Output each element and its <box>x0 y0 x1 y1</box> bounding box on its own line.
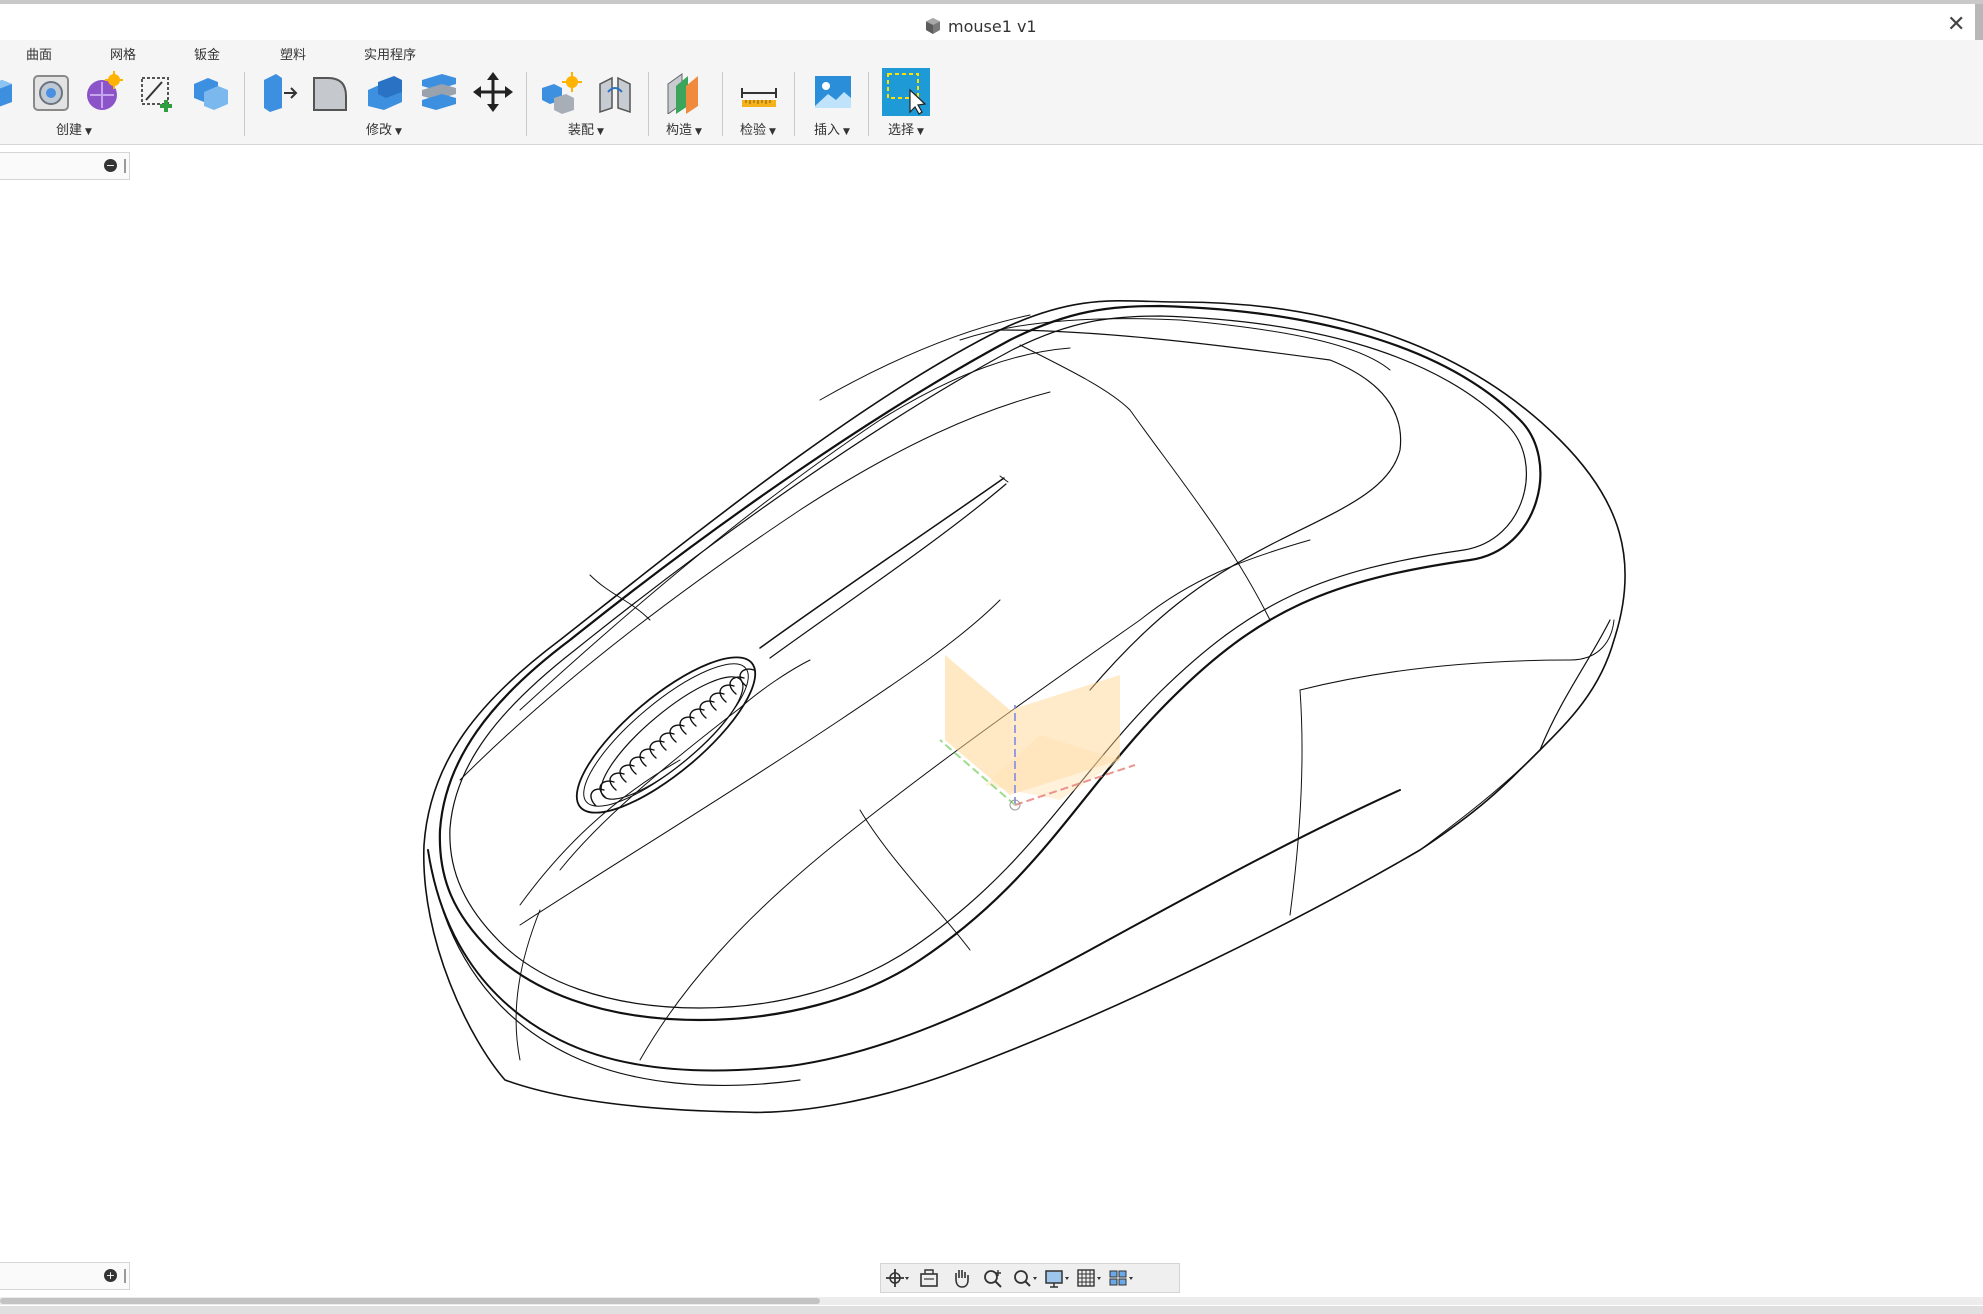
ribbon-separator <box>868 72 869 136</box>
measure-icon[interactable] <box>738 70 780 114</box>
pan-icon[interactable] <box>945 1265 977 1291</box>
cube-icon <box>926 18 940 34</box>
split-icon[interactable] <box>418 70 460 114</box>
caret-down-icon: ▼ <box>769 127 776 137</box>
ribbon-separator <box>648 72 649 136</box>
revolve-icon[interactable] <box>30 70 72 114</box>
group-create[interactable]: 创建 ▼ <box>56 119 92 138</box>
offset-plane-icon[interactable] <box>664 70 706 115</box>
title-bar: mouse1 v1 ✕ <box>0 4 1983 42</box>
group-inspect-label: 检验 <box>740 123 767 138</box>
group-inspect[interactable]: 检验 ▼ <box>740 119 776 138</box>
combine-icon[interactable] <box>190 70 232 114</box>
caret-down-icon: ▼ <box>695 127 702 137</box>
window-select-icon[interactable] <box>882 68 930 116</box>
joint-icon[interactable] <box>594 70 636 114</box>
form-icon[interactable] <box>82 70 124 114</box>
fillet-icon[interactable] <box>310 70 352 114</box>
group-select[interactable]: 选择 ▼ <box>888 119 924 138</box>
new-component-icon[interactable] <box>540 70 582 114</box>
caret-down-icon: ▼ <box>597 127 604 137</box>
group-assemble[interactable]: 装配 ▼ <box>568 119 604 138</box>
zoom-icon[interactable] <box>977 1265 1009 1291</box>
extrude-icon[interactable] <box>0 70 24 114</box>
grid-icon[interactable] <box>1073 1265 1105 1291</box>
group-create-label: 创建 <box>56 123 83 138</box>
orbit-icon[interactable] <box>881 1265 913 1291</box>
window-scrollbar[interactable] <box>1975 4 1983 42</box>
close-button[interactable]: ✕ <box>1947 12 1965 38</box>
move-icon[interactable] <box>472 70 514 114</box>
ribbon-separator <box>794 72 795 136</box>
insert-image-icon[interactable] <box>812 70 854 114</box>
expand-icon[interactable]: + <box>104 1269 117 1282</box>
mouse-model-wireframe <box>423 300 1626 1114</box>
tab-mesh[interactable]: 网格 <box>110 44 136 63</box>
press-pull-icon[interactable] <box>258 70 300 114</box>
group-construct[interactable]: 构造 ▼ <box>666 119 702 138</box>
ribbon-separator <box>722 72 723 136</box>
document-title: mouse1 v1 <box>948 16 1037 36</box>
group-construct-label: 构造 <box>666 123 693 138</box>
tab-utilities[interactable]: 实用程序 <box>364 44 416 63</box>
group-select-label: 选择 <box>888 123 915 138</box>
window-bottom-border <box>0 1306 1983 1314</box>
group-insert[interactable]: 插入 ▼ <box>814 119 850 138</box>
group-modify[interactable]: 修改 ▼ <box>366 119 402 138</box>
navigation-bar <box>880 1263 1180 1293</box>
shell-icon[interactable] <box>364 70 406 114</box>
ribbon-separator <box>244 72 245 136</box>
browser-panel[interactable]: − <box>0 152 130 180</box>
horizontal-scrollbar-thumb[interactable] <box>0 1298 820 1304</box>
display-settings-icon[interactable] <box>1041 1265 1073 1291</box>
tab-sheet-metal[interactable]: 钣金 <box>194 44 220 63</box>
comments-panel[interactable]: + <box>0 1262 130 1290</box>
3d-viewport[interactable] <box>0 145 1983 1255</box>
viewports-icon[interactable] <box>1105 1265 1137 1291</box>
fit-icon[interactable] <box>1009 1265 1041 1291</box>
tab-surface[interactable]: 曲面 <box>26 44 52 63</box>
tab-plastic[interactable]: 塑料 <box>280 44 306 63</box>
panel-resize-handle[interactable] <box>124 1269 126 1283</box>
ribbon-separator <box>526 72 527 136</box>
caret-down-icon: ▼ <box>395 127 402 137</box>
sketch-icon[interactable] <box>136 70 178 114</box>
caret-down-icon: ▼ <box>85 127 92 137</box>
collapse-icon[interactable]: − <box>104 159 117 172</box>
group-assemble-label: 装配 <box>568 123 595 138</box>
origin-indicator <box>939 655 1136 811</box>
group-insert-label: 插入 <box>814 123 841 138</box>
caret-down-icon: ▼ <box>843 127 850 137</box>
document-tab[interactable]: mouse1 v1 <box>924 14 1037 38</box>
panel-resize-handle[interactable] <box>124 159 126 173</box>
group-modify-label: 修改 <box>366 123 393 138</box>
caret-down-icon: ▼ <box>917 127 924 137</box>
look-at-icon[interactable] <box>913 1265 945 1291</box>
